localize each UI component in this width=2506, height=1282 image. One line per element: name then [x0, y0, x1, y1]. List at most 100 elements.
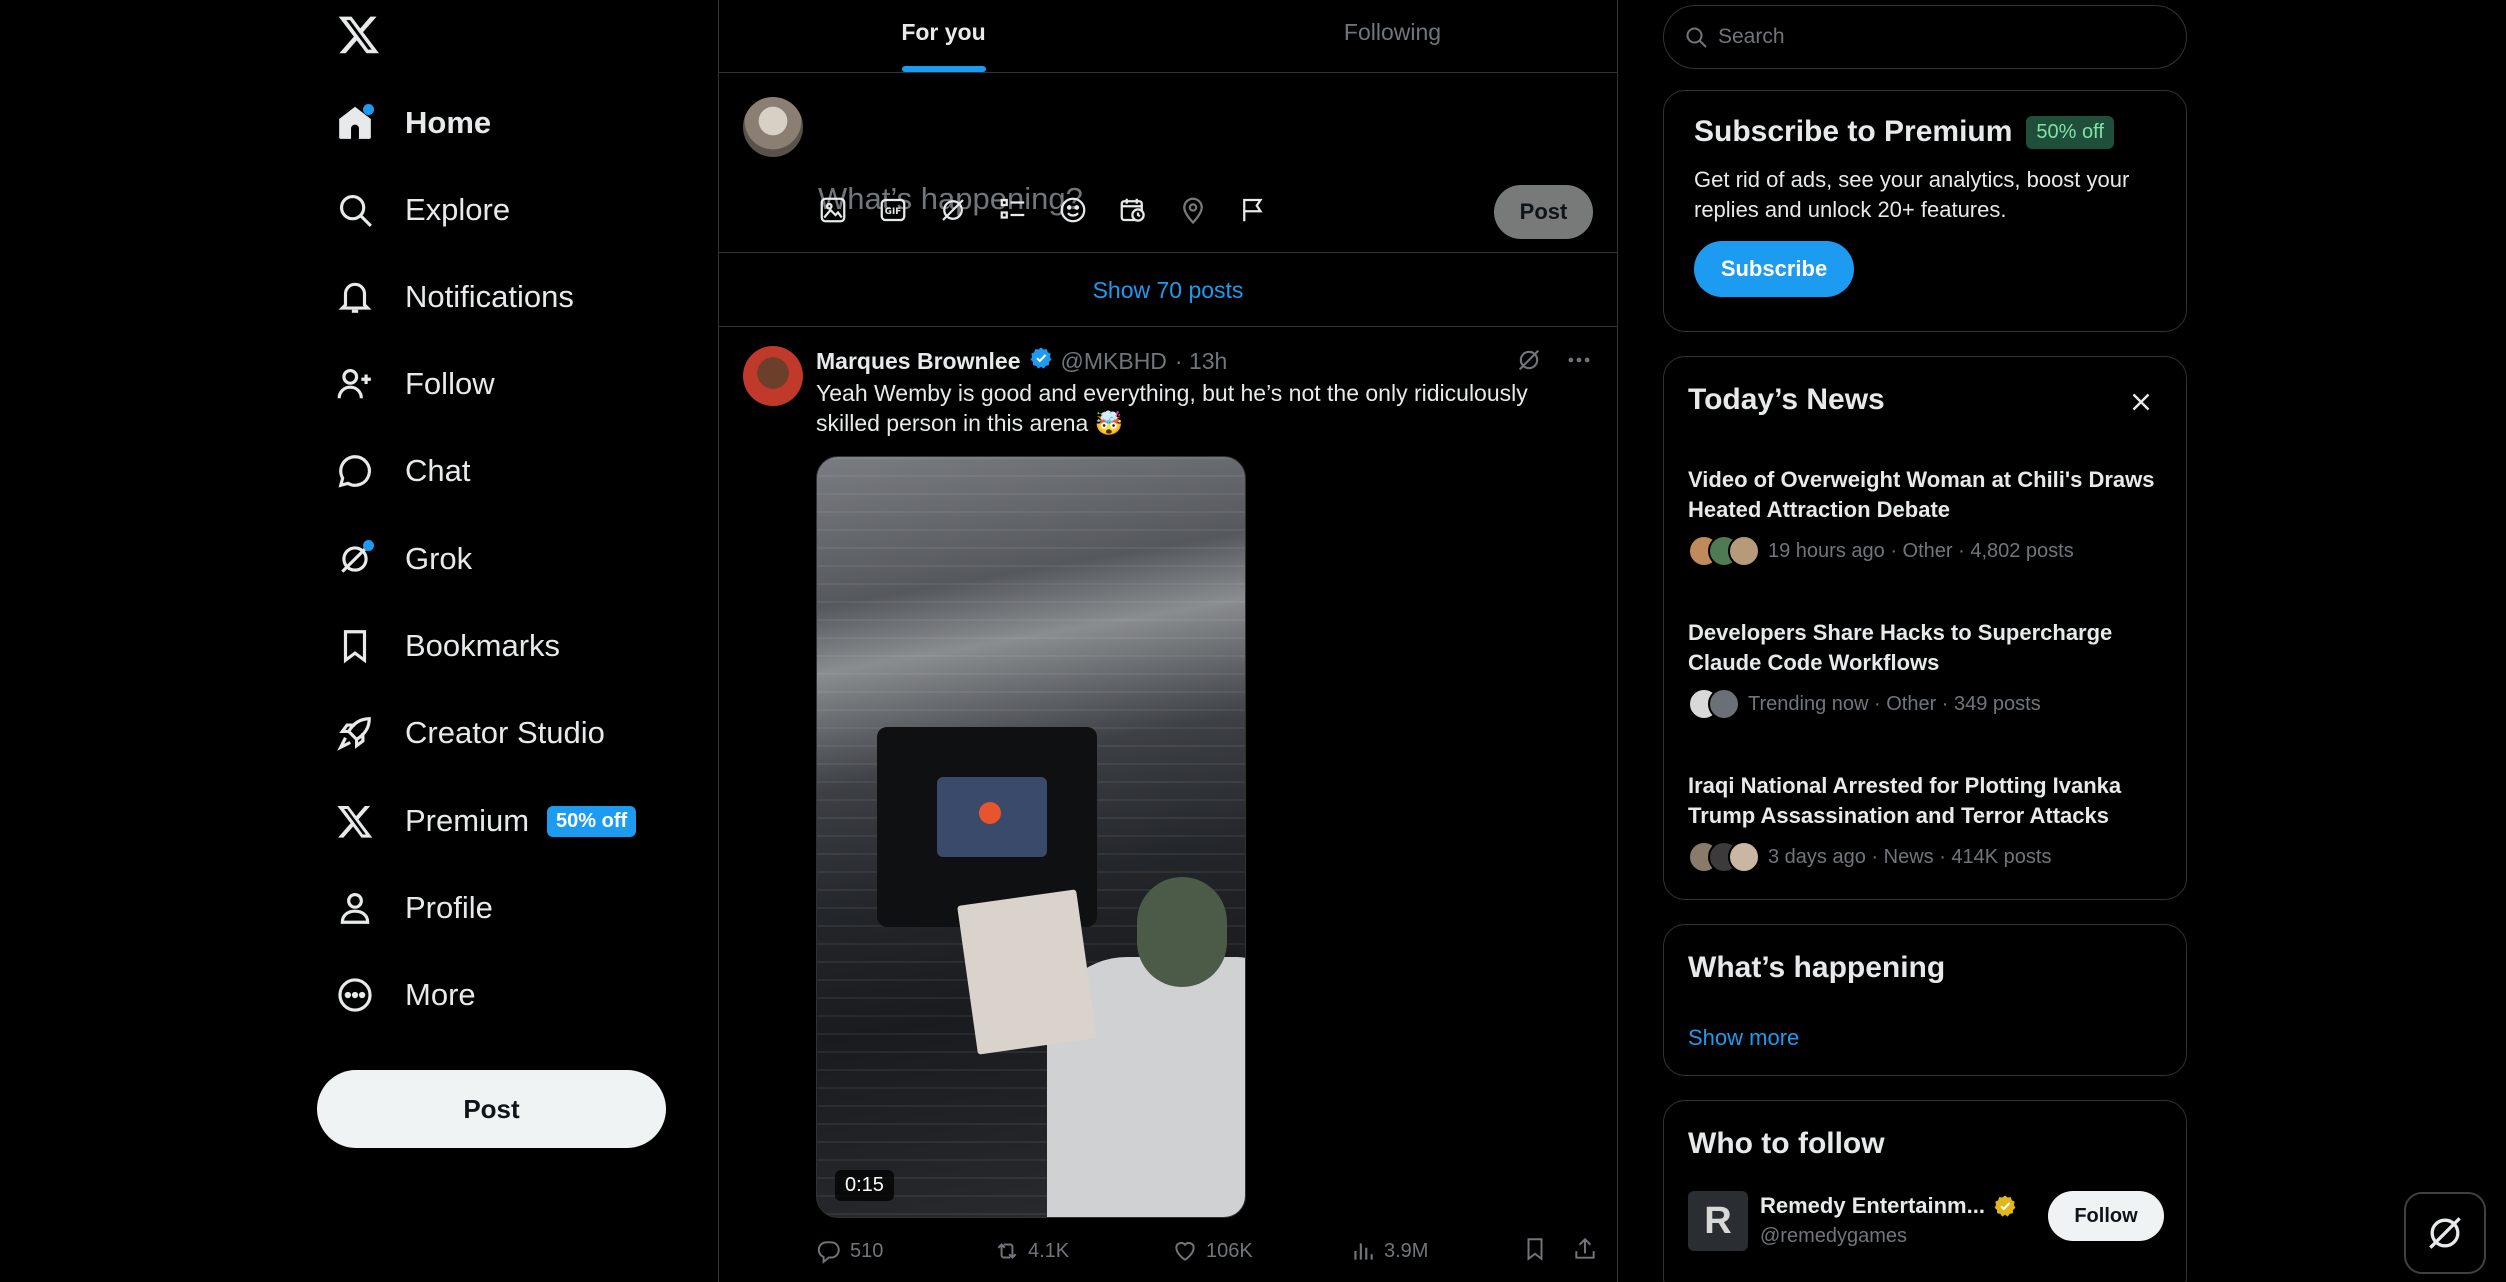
verified-gold-badge-icon [1994, 1195, 2016, 1217]
news-headline: Iraqi National Arrested for Plotting Iva… [1688, 773, 2122, 828]
tweet-header: Marques Brownlee @MKBHD · 13h [816, 346, 1227, 376]
todays-news-card: Today’s News Video of Overweight Woman a… [1663, 356, 2187, 900]
notification-dot [363, 104, 374, 115]
tab-following[interactable]: Following [1168, 0, 1617, 72]
gif-icon[interactable]: GIF [875, 192, 911, 228]
location-icon[interactable] [1175, 192, 1211, 228]
app-root: Home Explore Notifications Follow Chat G… [0, 0, 2506, 1282]
poll-icon[interactable] [995, 192, 1031, 228]
reply-button[interactable]: 510 [816, 1238, 994, 1264]
grok-icon[interactable] [935, 192, 971, 228]
show-more-link[interactable]: Show more [1688, 1025, 1799, 1051]
avatar[interactable] [743, 97, 803, 157]
show-new-posts-link[interactable]: Show 70 posts [719, 254, 1617, 327]
heart-icon [1175, 1241, 1195, 1261]
nav-grok[interactable]: Grok [335, 524, 472, 594]
avatar[interactable] [743, 346, 803, 406]
news-meta-text: 19 hours ago · Other · 4,802 posts [1768, 539, 2074, 562]
image-icon[interactable] [815, 192, 851, 228]
nav-label-chat: Chat [405, 453, 471, 488]
premium-description: Get rid of ads, see your analytics, boos… [1694, 167, 2130, 222]
suggestion-name: Remedy Entertainm... [1760, 1193, 2017, 1219]
x-logo-icon[interactable] [337, 12, 387, 62]
repost-button[interactable]: 4.1K [994, 1238, 1172, 1264]
news-item[interactable]: Iraqi National Arrested for Plotting Iva… [1688, 771, 2168, 873]
composer-post-button[interactable]: Post [1494, 185, 1593, 239]
nav-more[interactable]: More [335, 960, 476, 1030]
tweet[interactable]: Marques Brownlee @MKBHD · 13h Yeah Wemby… [719, 328, 1617, 1282]
more-options-icon[interactable] [1565, 346, 1593, 379]
reply-count: 510 [850, 1239, 884, 1262]
verified-badge-icon [1029, 346, 1053, 376]
nav-explore[interactable]: Explore [335, 175, 510, 245]
follow-card-title: Who to follow [1688, 1127, 1885, 1160]
flag-icon[interactable] [1235, 192, 1271, 228]
premium-card-title: Subscribe to Premium 50% off [1694, 115, 2156, 149]
avatar[interactable]: R [1688, 1191, 1748, 1251]
who-to-follow-card: Who to follow R Remedy Entertainm... @re… [1663, 1100, 2187, 1282]
nav-premium[interactable]: Premium 50% off [335, 786, 637, 856]
post-button[interactable]: Post [317, 1070, 666, 1148]
tab-label: For you [901, 19, 986, 45]
share-icon[interactable] [1572, 1236, 1598, 1267]
tweet-end-actions [1522, 1236, 1598, 1267]
nav-chat[interactable]: Chat [335, 436, 470, 506]
news-meta: Trending now · Other · 349 posts [1688, 688, 2168, 720]
tab-label: Following [1343, 19, 1442, 45]
x-logo-icon [335, 801, 375, 841]
news-card-title: Today’s News [1688, 383, 1885, 416]
views-button[interactable]: 3.9M [1350, 1238, 1528, 1264]
active-tab-indicator [901, 66, 986, 72]
close-icon[interactable] [2126, 387, 2156, 417]
news-headline: Video of Overweight Woman at Chili's Dra… [1688, 467, 2155, 522]
nav-label-follow: Follow [405, 366, 495, 401]
avatar [1708, 688, 1740, 720]
search-box[interactable] [1663, 5, 2187, 69]
notification-dot [363, 540, 374, 551]
grok-floating-button[interactable] [2404, 1192, 2486, 1274]
main-feed: For you Following What’s happening? GIF … [718, 0, 1618, 1282]
tweet-author-name[interactable]: Marques Brownlee [816, 348, 1021, 375]
bell-icon [335, 277, 375, 317]
news-item[interactable]: Video of Overweight Woman at Chili's Dra… [1688, 465, 2168, 567]
video-duration: 0:15 [835, 1170, 894, 1201]
subscribe-button[interactable]: Subscribe [1694, 241, 1854, 297]
nav-label-creator-studio: Creator Studio [405, 715, 605, 750]
news-item[interactable]: Developers Share Hacks to Supercharge Cl… [1688, 618, 2168, 720]
nav-bookmarks[interactable]: Bookmarks [335, 611, 560, 681]
nav-creator-studio[interactable]: Creator Studio [335, 698, 605, 768]
emoji-icon[interactable] [1055, 192, 1091, 228]
follow-suggestion[interactable]: R Remedy Entertainm... @remedygames Foll… [1688, 1191, 2164, 1255]
avatar-stack [1688, 535, 1760, 567]
left-nav: Home Explore Notifications Follow Chat G… [317, 0, 717, 1282]
avatar [1728, 841, 1760, 873]
grok-icon[interactable] [1515, 346, 1543, 379]
search-icon [335, 190, 375, 230]
tab-for-you[interactable]: For you [719, 0, 1168, 72]
nav-notifications[interactable]: Notifications [335, 262, 574, 332]
schedule-icon[interactable] [1115, 192, 1151, 228]
bookmark-icon[interactable] [1522, 1236, 1548, 1267]
like-button[interactable]: 106K [1172, 1238, 1350, 1264]
like-count: 106K [1206, 1239, 1253, 1262]
tweet-text: Yeah Wemby is good and everything, but h… [816, 380, 1528, 436]
search-input[interactable] [1718, 25, 2138, 49]
news-meta: 3 days ago · News · 414K posts [1688, 841, 2168, 873]
person-icon [335, 888, 375, 928]
svg-text:GIF: GIF [885, 207, 901, 217]
news-headline: Developers Share Hacks to Supercharge Cl… [1688, 620, 2113, 675]
more-circle-icon [335, 975, 375, 1015]
tweet-timestamp[interactable]: · 13h [1175, 348, 1227, 375]
composer-toolbar: GIF [815, 192, 1271, 228]
bookmark-icon [335, 626, 375, 666]
avatar-stack [1688, 688, 1740, 720]
nav-home[interactable]: Home [335, 88, 491, 158]
tweet-author-handle[interactable]: @MKBHD [1061, 348, 1167, 375]
nav-profile[interactable]: Profile [335, 873, 493, 943]
tweet-video[interactable]: 0:15 [816, 456, 1246, 1218]
follow-button[interactable]: Follow [2048, 1191, 2164, 1241]
home-icon [335, 103, 375, 143]
analytics-icon [1354, 1243, 1373, 1260]
reply-icon [817, 1241, 840, 1264]
nav-follow[interactable]: Follow [335, 349, 495, 419]
